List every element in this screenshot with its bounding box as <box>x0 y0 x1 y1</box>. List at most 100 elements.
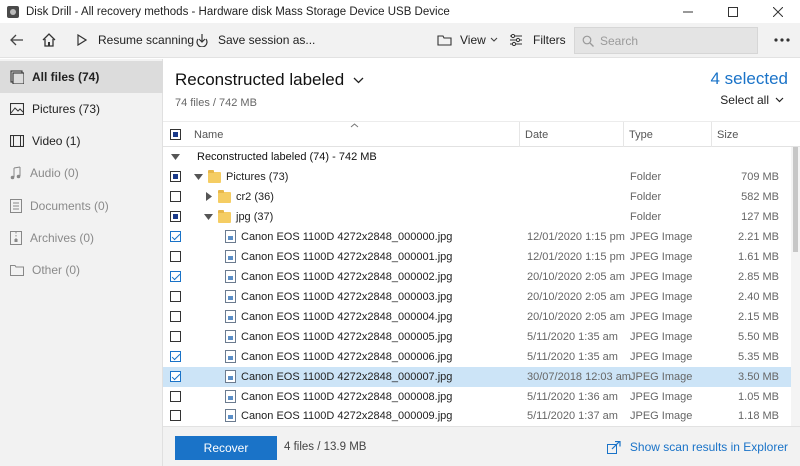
table-row[interactable]: jpg (37) Folder 127 MB <box>163 207 791 227</box>
image-file-icon <box>225 409 236 422</box>
sidebar-item-label: Audio (0) <box>30 166 79 180</box>
row-size: 5.50 MB <box>738 331 779 343</box>
sidebar-item-all-files[interactable]: All files (74) <box>0 61 163 93</box>
row-checkbox[interactable] <box>170 371 181 382</box>
row-checkbox[interactable] <box>170 211 181 222</box>
row-name: Canon EOS 1100D 4272x2848_000003.jpg <box>241 291 453 303</box>
row-checkbox[interactable] <box>170 331 181 342</box>
archive-icon <box>10 231 22 245</box>
folder-icon <box>208 170 221 183</box>
row-name: Canon EOS 1100D 4272x2848_000008.jpg <box>241 391 453 403</box>
row-size: 582 MB <box>741 191 779 203</box>
row-type: JPEG Image <box>630 311 693 323</box>
resume-scanning-button[interactable]: Resume scanning <box>77 23 194 58</box>
window-title: Disk Drill - All recovery methods - Hard… <box>26 5 450 18</box>
search-input[interactable] <box>600 33 750 48</box>
row-checkbox[interactable] <box>170 391 181 402</box>
row-checkbox[interactable] <box>170 271 181 282</box>
table-row[interactable]: Canon EOS 1100D 4272x2848_000004.jpg 20/… <box>163 307 791 327</box>
disk-drill-app-icon <box>7 5 19 18</box>
column-divider[interactable] <box>519 122 520 147</box>
table-row[interactable]: Canon EOS 1100D 4272x2848_000009.jpg 5/1… <box>163 406 791 426</box>
back-button[interactable] <box>10 23 24 58</box>
view-dropdown-button[interactable]: View <box>437 23 498 58</box>
table-row[interactable]: Canon EOS 1100D 4272x2848_000005.jpg 5/1… <box>163 327 791 347</box>
sidebar-item-pictures[interactable]: Pictures (73) <box>0 93 163 125</box>
image-file-icon <box>225 290 236 303</box>
table-row[interactable]: Pictures (73) Folder 709 MB <box>163 167 791 187</box>
more-options-button[interactable] <box>774 23 790 58</box>
row-date: 5/11/2020 1:35 am <box>527 351 618 363</box>
save-session-button[interactable]: Save session as... <box>195 23 315 58</box>
row-checkbox[interactable] <box>170 191 181 202</box>
row-size: 1.18 MB <box>738 410 779 422</box>
row-checkbox[interactable] <box>170 171 181 182</box>
row-checkbox[interactable] <box>170 351 181 362</box>
sidebar-item-audio[interactable]: Audio (0) <box>0 157 163 189</box>
row-type: JPEG Image <box>630 271 693 283</box>
sidebar-item-other[interactable]: Other (0) <box>0 254 163 286</box>
table-row[interactable]: Canon EOS 1100D 4272x2848_000000.jpg 12/… <box>163 227 791 247</box>
select-all-dropdown[interactable]: Select all <box>720 93 784 107</box>
row-checkbox[interactable] <box>170 410 181 421</box>
column-size-header[interactable]: Size <box>717 122 738 147</box>
group-header-row[interactable]: Reconstructed labeled (74) - 742 MB <box>163 147 791 167</box>
sidebar-item-archives[interactable]: Archives (0) <box>0 222 163 254</box>
select-all-checkbox[interactable] <box>170 129 181 140</box>
search-box[interactable] <box>574 27 758 54</box>
sidebar-item-video[interactable]: Video (1) <box>0 125 163 157</box>
maximize-button[interactable] <box>710 0 755 23</box>
close-button[interactable] <box>755 0 800 23</box>
show-in-explorer-link[interactable]: Show scan results in Explorer <box>606 440 788 454</box>
column-date-header[interactable]: Date <box>525 122 548 147</box>
scrollbar-thumb[interactable] <box>793 147 798 252</box>
column-divider[interactable] <box>623 122 624 147</box>
table-row-selected[interactable]: Canon EOS 1100D 4272x2848_000007.jpg 30/… <box>163 367 791 387</box>
row-checkbox[interactable] <box>170 251 181 262</box>
sort-ascending-icon <box>350 123 359 128</box>
column-type-header[interactable]: Type <box>629 122 653 147</box>
row-size: 2.21 MB <box>738 231 779 243</box>
filters-button[interactable]: Filters <box>509 23 566 58</box>
table-row[interactable]: Canon EOS 1100D 4272x2848_000008.jpg 5/1… <box>163 387 791 407</box>
close-icon <box>772 6 783 17</box>
folder-title-dropdown[interactable]: Reconstructed labeled <box>175 70 364 90</box>
table-row[interactable]: Canon EOS 1100D 4272x2848_000006.jpg 5/1… <box>163 347 791 367</box>
sidebar-item-documents[interactable]: Documents (0) <box>0 190 163 222</box>
row-type: Folder <box>630 191 662 203</box>
image-file-icon <box>225 330 236 343</box>
minimize-button[interactable] <box>665 0 710 23</box>
home-button[interactable] <box>42 23 56 58</box>
back-arrow-icon <box>10 34 23 46</box>
column-divider[interactable] <box>711 122 712 147</box>
table-row[interactable]: Canon EOS 1100D 4272x2848_000001.jpg 12/… <box>163 247 791 267</box>
minimize-icon <box>682 11 693 12</box>
sidebar-item-label: Documents (0) <box>30 199 109 213</box>
table-row[interactable]: Canon EOS 1100D 4272x2848_000002.jpg 20/… <box>163 267 791 287</box>
vertical-scrollbar[interactable] <box>791 147 800 426</box>
expand-down-icon <box>204 214 213 220</box>
external-link-icon <box>606 440 621 454</box>
filters-sliders-icon <box>510 34 522 46</box>
row-type: JPEG Image <box>630 351 693 363</box>
recover-button[interactable]: Recover <box>175 436 277 460</box>
row-date: 20/10/2020 2:05 am <box>527 271 625 283</box>
row-checkbox[interactable] <box>170 311 181 322</box>
table-row[interactable]: Canon EOS 1100D 4272x2848_000003.jpg 20/… <box>163 287 791 307</box>
row-type: JPEG Image <box>630 371 693 383</box>
row-name: jpg (37) <box>236 211 274 223</box>
column-name-header[interactable]: Name <box>194 122 223 147</box>
row-date: 5/11/2020 1:37 am <box>527 410 618 422</box>
row-checkbox[interactable] <box>170 231 181 242</box>
row-checkbox[interactable] <box>170 291 181 302</box>
bottom-action-bar: Recover 4 files / 13.9 MB Show scan resu… <box>163 426 800 466</box>
row-size: 3.50 MB <box>738 371 779 383</box>
table-row[interactable]: cr2 (36) Folder 582 MB <box>163 187 791 207</box>
row-type: JPEG Image <box>630 291 693 303</box>
image-file-icon <box>225 270 236 283</box>
sidebar-item-label: Other (0) <box>32 263 81 277</box>
folder-icon <box>218 210 231 223</box>
row-name: cr2 (36) <box>236 191 274 203</box>
sidebar-item-label: All files (74) <box>32 70 100 84</box>
row-type: Folder <box>630 171 662 183</box>
